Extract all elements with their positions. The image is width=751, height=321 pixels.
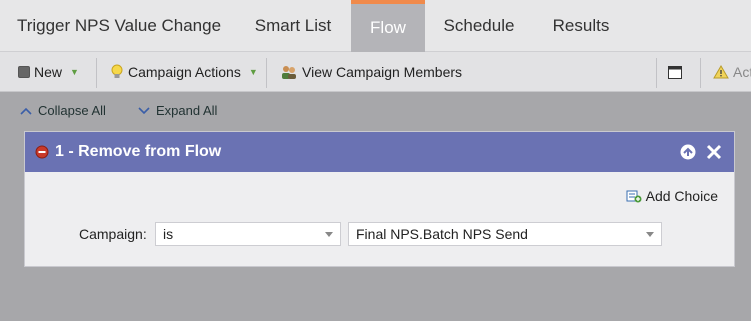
toolbar: New ▼ Campaign Actions ▼ View Campaign M… <box>0 52 751 92</box>
expand-all-button[interactable]: Expand All <box>138 103 217 118</box>
chevron-down-icon: ▼ <box>70 67 79 77</box>
tab-schedule[interactable]: Schedule <box>430 0 528 52</box>
add-choice-button[interactable]: Add Choice <box>626 188 718 204</box>
chevron-down-icon: ▼ <box>248 67 258 77</box>
tab-bar: Trigger NPS Value Change Smart List Flow… <box>0 0 751 52</box>
close-icon[interactable] <box>705 143 723 161</box>
operator-select-value: is <box>163 226 174 242</box>
tab-flow[interactable]: Flow <box>351 0 425 52</box>
view-campaign-members-label: View Campaign Members <box>302 64 463 80</box>
add-choice-label: Add Choice <box>645 188 718 204</box>
campaign-field-label: Campaign: <box>79 226 147 242</box>
operator-select[interactable]: is <box>155 222 341 246</box>
chevron-down-icon <box>646 232 654 237</box>
actions-button-label: Act <box>733 64 751 80</box>
flow-step-header[interactable]: 1 - Remove from Flow <box>25 132 734 172</box>
campaign-select[interactable]: Final NPS.Batch NPS Send <box>348 222 662 246</box>
tab-trigger-nps-value-change[interactable]: Trigger NPS Value Change <box>8 0 230 52</box>
warning-icon <box>713 65 729 79</box>
actions-button[interactable]: Act <box>713 52 751 92</box>
new-icon <box>18 66 30 78</box>
flow-step-panel: 1 - Remove from Flow Add Choice Campaign… <box>24 131 735 267</box>
stop-icon <box>35 145 49 159</box>
people-icon <box>282 66 296 79</box>
lightbulb-icon <box>111 64 123 78</box>
flow-controls: Collapse All Expand All <box>0 93 751 127</box>
collapse-all-button[interactable]: Collapse All <box>20 103 106 118</box>
tab-results[interactable]: Results <box>536 0 626 52</box>
campaign-actions-button[interactable]: Campaign Actions ▼ <box>110 52 258 92</box>
window-toggle-button[interactable] <box>668 52 682 92</box>
toolbar-divider <box>700 58 701 88</box>
expand-all-label: Expand All <box>156 103 218 118</box>
view-campaign-members-button[interactable]: View Campaign Members <box>280 52 462 92</box>
campaign-actions-label: Campaign Actions <box>128 64 241 80</box>
tab-smart-list[interactable]: Smart List <box>238 0 348 52</box>
window-icon <box>668 65 682 79</box>
campaign-select-value: Final NPS.Batch NPS Send <box>356 226 528 242</box>
collapse-icon <box>20 107 32 115</box>
toolbar-divider <box>656 58 657 88</box>
new-button[interactable]: New ▼ <box>18 52 79 92</box>
toolbar-divider <box>96 58 97 88</box>
new-button-label: New <box>34 64 63 80</box>
add-choice-icon <box>626 190 642 203</box>
chevron-down-icon <box>325 232 333 237</box>
flow-step-title: 1 - Remove from Flow <box>55 143 222 160</box>
expand-icon <box>138 106 150 114</box>
move-up-icon[interactable] <box>679 143 697 161</box>
toolbar-divider <box>266 58 267 88</box>
collapse-all-label: Collapse All <box>38 103 106 118</box>
